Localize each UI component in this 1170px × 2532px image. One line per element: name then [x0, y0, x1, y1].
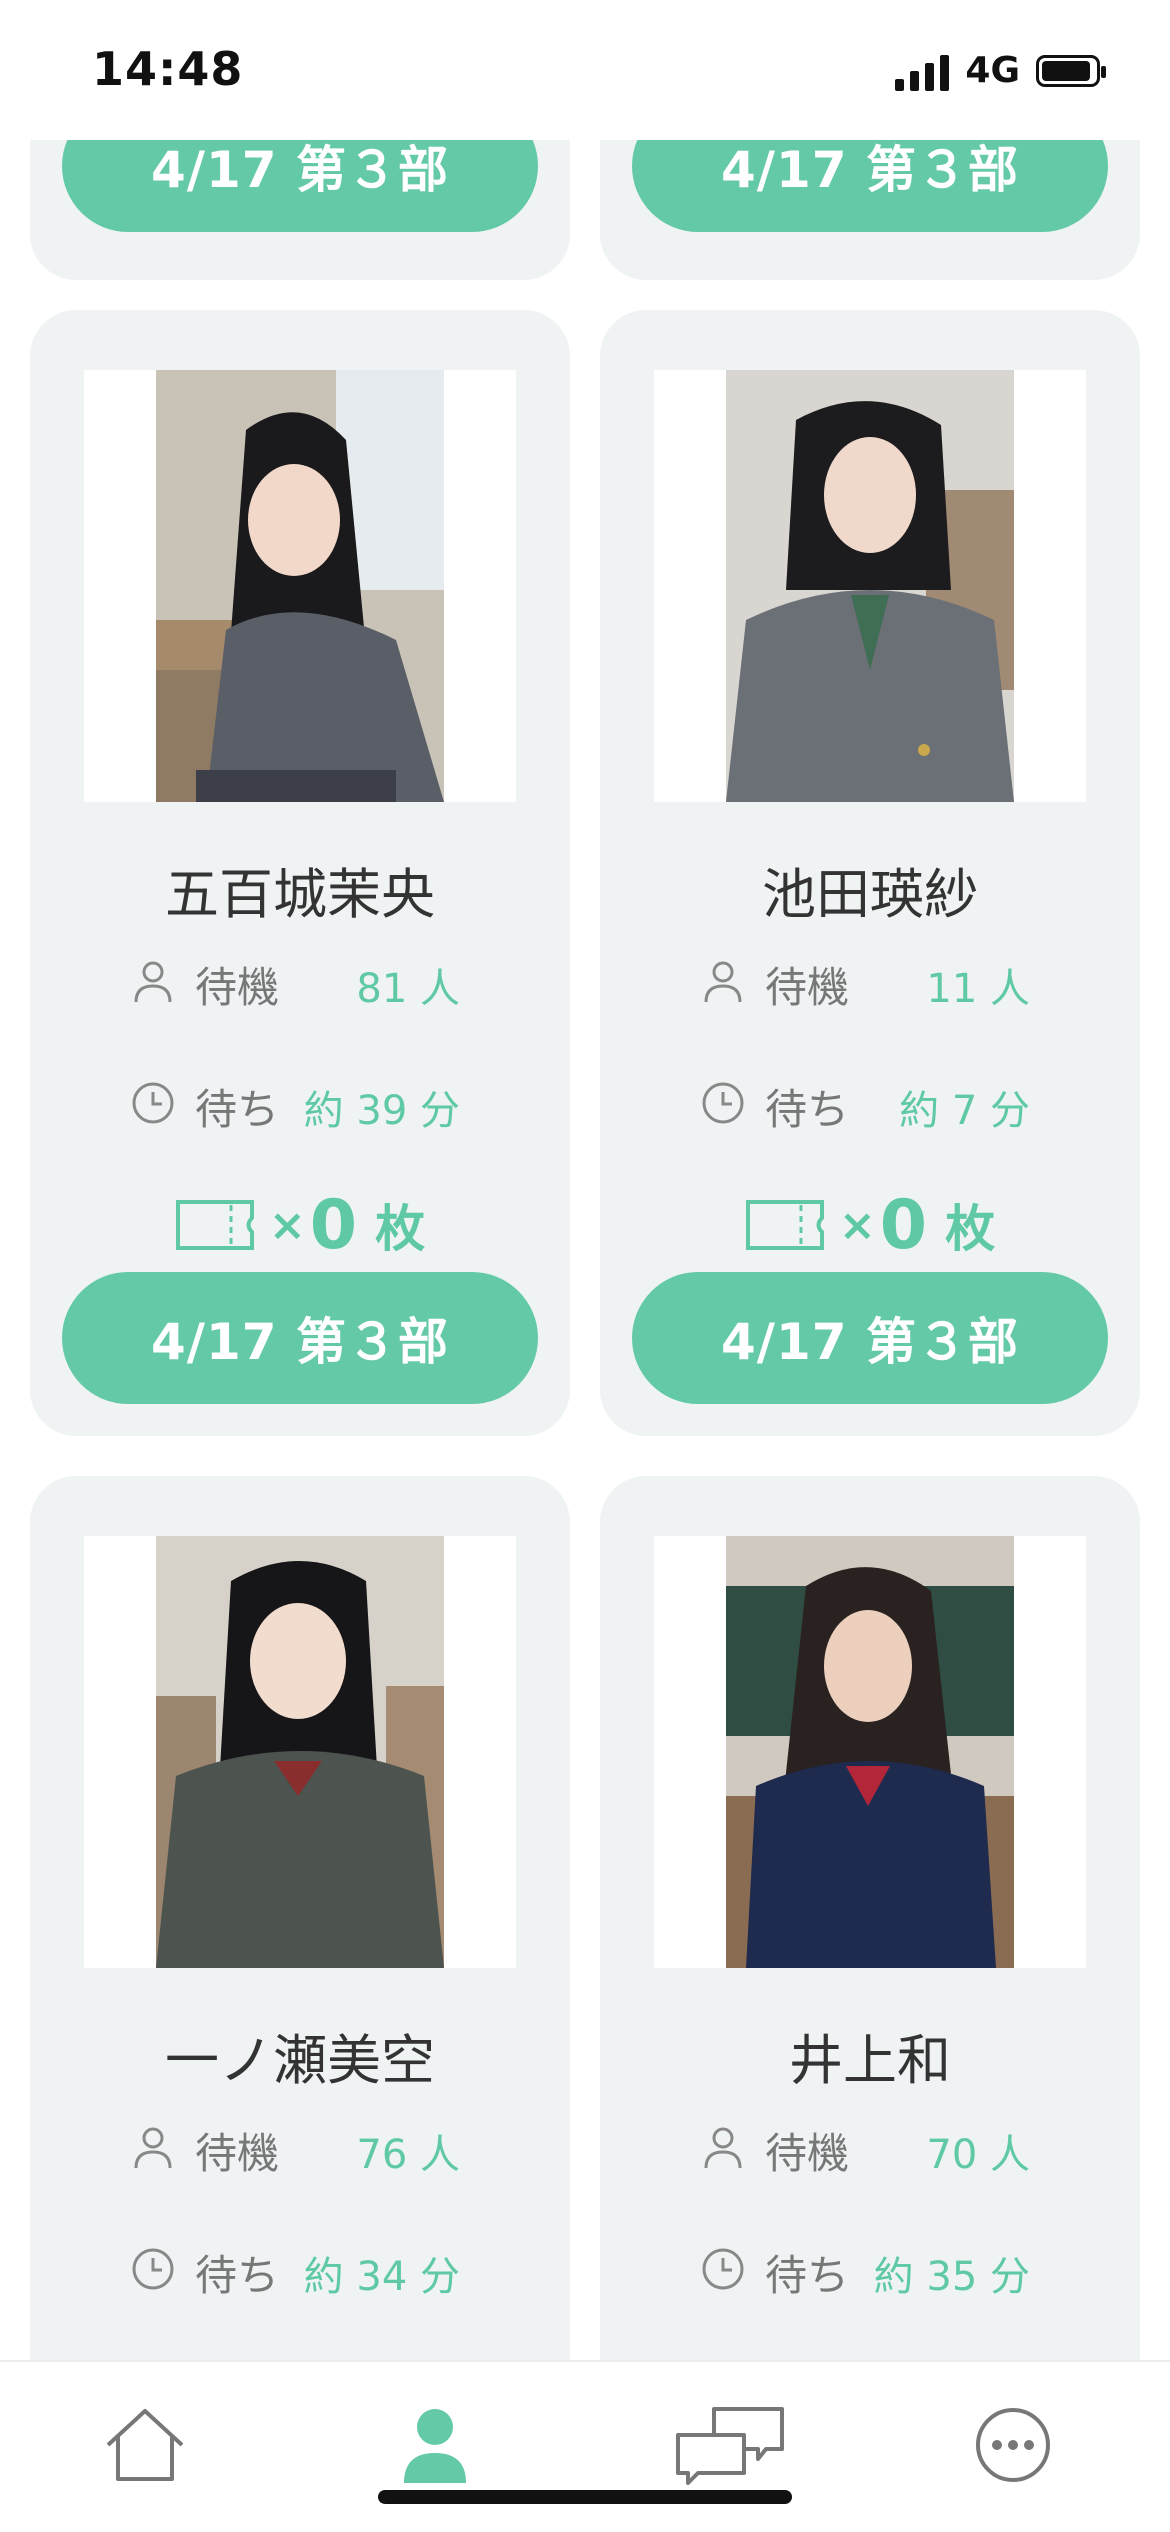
session-button[interactable]: 4/17 第３部 [632, 140, 1108, 232]
member-photo-frame [84, 370, 516, 802]
waiting-count-row: 待機 70 人 [600, 2118, 1140, 2178]
member-card[interactable]: 井上和 待機 70 人 待ち 約 35 分 [600, 1476, 1140, 2360]
member-photo-frame [654, 370, 1086, 802]
waiting-count: 11 人 [926, 966, 1030, 1012]
person-icon [404, 2409, 466, 2483]
session-button[interactable]: 4/17 第３部 [62, 140, 538, 232]
wait-time-row: 待ち 約 34 分 [30, 2240, 570, 2300]
session-button[interactable]: 4/17 第３部 [632, 1272, 1108, 1404]
ticket-unit: 枚 [945, 1200, 996, 1258]
ticket-count-row: × 0 枚 [600, 1186, 1140, 1265]
ticket-unit: 枚 [375, 1200, 426, 1258]
waiting-count-row: 待機 81 人 [30, 952, 570, 1012]
wait-time-row: 待ち 約 35 分 [600, 2240, 1140, 2300]
waiting-count: 81 人 [356, 966, 460, 1012]
ticket-icon [175, 1200, 254, 1250]
member-list[interactable]: 4/17 第３部 4/17 第３部 五百城茉央 待機 81 人 待ち 約 39 … [0, 140, 1170, 2360]
member-card[interactable]: 一ノ瀬美空 待機 76 人 待ち 約 34 分 [30, 1476, 570, 2360]
member-name: 池田瑛紗 [762, 863, 978, 926]
wait-time-label: 待ち [765, 1085, 850, 1134]
member-card[interactable]: 池田瑛紗 待機 11 人 待ち 約 7 分 × 0 枚 4/17 第３部 [600, 310, 1140, 1436]
waiting-count: 70 人 [926, 2132, 1030, 2178]
wait-time-value: 約 39 分 [303, 1088, 460, 1134]
wait-time-row: 待ち 約 39 分 [30, 1074, 570, 1134]
status-indicators: 4G [895, 50, 1106, 91]
ticket-icon [745, 1200, 824, 1250]
person-icon [134, 2127, 172, 2169]
member-photo [156, 370, 444, 802]
clock-icon [702, 1082, 744, 1124]
member-name: 一ノ瀬美空 [165, 2029, 435, 2092]
waiting-count: 76 人 [356, 2132, 460, 2178]
member-photo-frame [84, 1536, 516, 1968]
battery-icon [1036, 54, 1106, 87]
clock-icon [702, 2248, 744, 2290]
wait-time-row: 待ち 約 7 分 [600, 1074, 1140, 1134]
tab-members[interactable] [385, 2400, 485, 2490]
waiting-count-row: 待機 11 人 [600, 952, 1140, 1012]
member-photo [156, 1536, 444, 1968]
clock-icon [132, 2248, 174, 2290]
tab-home[interactable] [95, 2400, 195, 2490]
ticket-multiplier: × [268, 1199, 306, 1251]
member-card: 4/17 第３部 [30, 140, 570, 280]
clock-icon [132, 1082, 174, 1124]
person-icon [134, 961, 172, 1003]
waiting-label: 待機 [195, 963, 280, 1012]
wait-time-label: 待ち [195, 1085, 280, 1134]
member-card[interactable]: 五百城茉央 待機 81 人 待ち 約 39 分 × 0 枚 4/17 第３部 [30, 310, 570, 1436]
member-photo [726, 370, 1014, 802]
home-indicator [378, 2490, 792, 2504]
ticket-multiplier: × [838, 1199, 876, 1251]
wait-time-label: 待ち [195, 2251, 280, 2300]
tab-more[interactable] [963, 2400, 1063, 2490]
member-photo-frame [654, 1536, 1086, 1968]
waiting-label: 待機 [765, 2129, 850, 2178]
wait-time-label: 待ち [765, 2251, 850, 2300]
network-type: 4G [965, 50, 1020, 91]
ticket-count: 0 [879, 1185, 928, 1265]
chat-icon [676, 2407, 784, 2485]
waiting-count-row: 待機 76 人 [30, 2118, 570, 2178]
session-button[interactable]: 4/17 第３部 [62, 1272, 538, 1404]
waiting-label: 待機 [195, 2129, 280, 2178]
member-card: 4/17 第３部 [600, 140, 1140, 280]
ticket-count: 0 [309, 1185, 358, 1265]
ticket-count-row: × 0 枚 [30, 1186, 570, 1265]
tab-chat[interactable] [670, 2400, 790, 2490]
person-icon [704, 2127, 742, 2169]
wait-time-value: 約 34 分 [303, 2254, 460, 2300]
signal-icon [895, 51, 950, 91]
status-time: 14:48 [92, 42, 244, 96]
waiting-label: 待機 [765, 963, 850, 1012]
home-icon [106, 2409, 184, 2481]
member-name: 五百城茉央 [165, 863, 435, 926]
member-photo [726, 1536, 1014, 1968]
person-icon [704, 961, 742, 1003]
bottom-tab-bar [0, 2360, 1170, 2532]
more-icon [976, 2408, 1050, 2482]
wait-time-value: 約 7 分 [899, 1088, 1030, 1134]
member-name: 井上和 [789, 2029, 951, 2092]
screen: 14:48 4G 4/17 第３部 4/17 第３部 五百城茉央 待機 81 人… [0, 0, 1170, 2532]
status-bar: 14:48 4G [0, 0, 1170, 140]
wait-time-value: 約 35 分 [873, 2254, 1030, 2300]
